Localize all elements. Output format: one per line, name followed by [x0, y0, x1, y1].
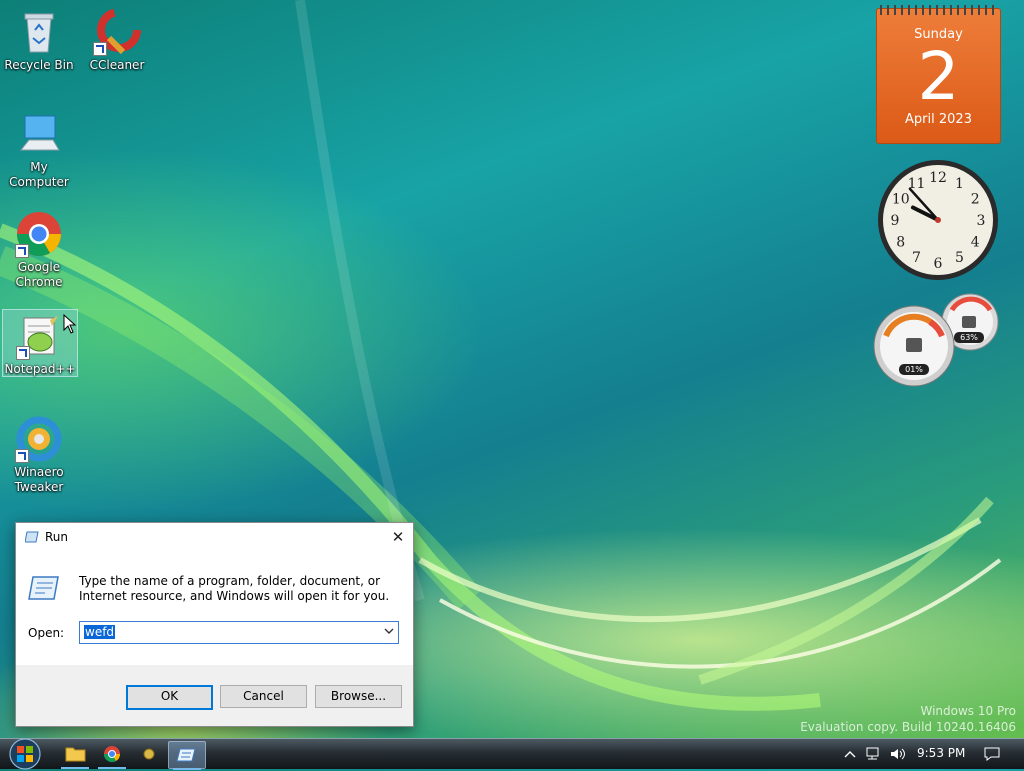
run-description: Type the name of a program, folder, docu…	[79, 574, 390, 603]
clock-numeral: 2	[971, 192, 980, 208]
running-indicator	[173, 768, 201, 770]
shortcut-arrow-icon	[93, 42, 107, 56]
clock-gadget[interactable]: 1234567891011 12	[876, 158, 1000, 282]
open-label: Open:	[28, 626, 65, 640]
folder-icon	[65, 747, 86, 762]
close-button[interactable]: ✕	[383, 523, 413, 551]
ok-button[interactable]: OK	[126, 685, 213, 710]
volume-icon[interactable]	[889, 746, 907, 762]
desktop-icon-recycle-bin[interactable]: Recycle Bin	[1, 6, 77, 73]
taskbar-file-explorer[interactable]	[57, 741, 93, 769]
shortcut-arrow-icon	[15, 449, 29, 463]
clock-numeral: 12	[929, 170, 947, 186]
memory-usage-text: 63%	[960, 333, 978, 342]
clock-numeral: 6	[934, 256, 943, 272]
taskbar-app[interactable]	[131, 741, 167, 767]
desktop-icon-label: Winaero Tweaker	[14, 465, 64, 494]
show-hidden-icons-chevron-icon[interactable]	[843, 747, 857, 761]
clock-numeral: 3	[977, 213, 986, 229]
desktop-icon-google-chrome[interactable]: Google Chrome	[1, 208, 77, 290]
taskbar-google-chrome[interactable]	[94, 741, 130, 769]
clock-numeral: 5	[955, 250, 964, 266]
run-dialog-titlebar[interactable]: Run ✕	[16, 523, 413, 552]
desktop-icon-ccleaner[interactable]: CCleaner	[79, 6, 155, 73]
notepad-plus-plus-icon	[16, 312, 64, 360]
mouse-cursor-icon	[63, 314, 77, 334]
cpu-usage-text: 01%	[905, 365, 923, 374]
shortcut-arrow-icon	[16, 346, 30, 360]
clock-numeral: 10	[892, 192, 910, 208]
chevron-down-icon[interactable]	[383, 625, 395, 637]
chrome-icon	[103, 746, 121, 763]
desktop-icon-winaero-tweaker[interactable]: Winaero Tweaker	[1, 413, 77, 495]
clock-numeral: 9	[891, 213, 900, 229]
start-button[interactable]	[6, 737, 44, 771]
run-program-icon	[28, 576, 59, 600]
network-icon[interactable]	[865, 746, 883, 762]
action-center-icon[interactable]	[983, 746, 1001, 762]
clock-numeral: 7	[912, 250, 921, 266]
calendar-month-year: April 2023	[905, 112, 972, 127]
run-dialog[interactable]: Run ✕ Type the name of a program, folder…	[15, 522, 414, 727]
desktop-icon-label: Notepad++	[4, 362, 76, 376]
taskbar-clock[interactable]: 9:53 PM	[917, 746, 965, 760]
desktop-icon-label: Recycle Bin	[4, 58, 74, 72]
desktop-icon-label: Google Chrome	[15, 260, 63, 289]
open-input-value[interactable]: wefd	[84, 625, 116, 639]
clock-numeral: 4	[971, 235, 980, 251]
run-icon	[176, 748, 196, 762]
watermark-edition: Windows 10 Pro	[920, 704, 1016, 718]
browse-button[interactable]: Browse...	[315, 685, 402, 708]
run-dialog-title: Run	[45, 530, 69, 544]
desktop-icon-my-computer[interactable]: My Computer	[1, 108, 77, 190]
running-indicator	[61, 767, 89, 769]
run-title-icon	[25, 531, 39, 543]
recycle-bin-icon	[15, 8, 63, 56]
app-icon	[143, 748, 155, 760]
open-combobox[interactable]: wefd	[79, 621, 399, 644]
cpu-meter-gadget[interactable]: 63% 01%	[872, 290, 1002, 390]
desktop-icon-label: CCleaner	[89, 58, 145, 72]
watermark-build: Evaluation copy. Build 10240.16406	[800, 720, 1016, 734]
computer-icon	[15, 110, 63, 158]
winaero-tweaker-icon	[15, 415, 63, 463]
chrome-icon	[15, 210, 63, 258]
taskbar: 9:53 PM	[0, 737, 1024, 771]
clock-numeral: 1	[955, 176, 964, 192]
windows-watermark: Windows 10 Pro Evaluation copy. Build 10…	[800, 703, 1016, 735]
taskbar-run[interactable]	[168, 741, 206, 770]
desktop-icon-label: My Computer	[9, 160, 69, 189]
calendar-day: 2	[917, 38, 960, 115]
shortcut-arrow-icon	[15, 244, 29, 258]
clock-numeral: 8	[896, 235, 905, 251]
ccleaner-icon	[93, 8, 141, 56]
calendar-gadget[interactable]: Sunday 2 April 2023	[876, 5, 1001, 144]
calendar-rings	[880, 5, 997, 15]
running-indicator	[98, 767, 126, 769]
cancel-button[interactable]: Cancel	[220, 685, 307, 708]
